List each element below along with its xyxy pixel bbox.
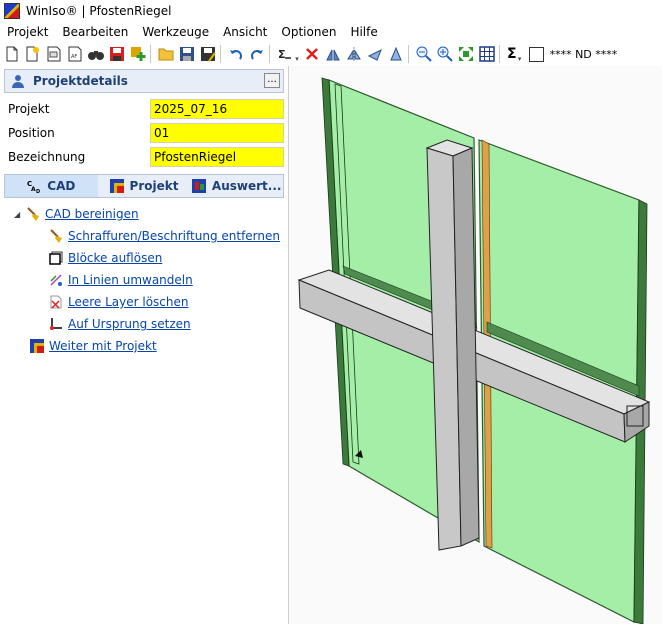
tree-item-bloecke[interactable]: Blöcke auflösen — [49, 248, 162, 268]
project-details-header: Projektdetails ... — [4, 69, 284, 93]
brush-icon — [50, 229, 62, 243]
evaluation-icon — [191, 179, 206, 193]
layer-delete-icon — [50, 295, 62, 309]
tree-link[interactable]: In Linien umwandeln — [68, 273, 193, 287]
layer-select[interactable]: **** ND **** — [550, 48, 618, 61]
grid-icon[interactable] — [478, 45, 496, 63]
window-title: WinIso® | PfostenRiegel — [26, 4, 172, 18]
field-position: Position 01 — [0, 123, 288, 145]
toolbar-separator — [269, 45, 270, 63]
tree-link[interactable]: Schraffuren/Beschriftung entfernen — [68, 229, 280, 243]
menu-optionen[interactable]: Optionen — [274, 22, 343, 42]
more-button[interactable]: ... — [264, 73, 280, 88]
app-logo-icon — [4, 3, 20, 19]
tree-item-weiter[interactable]: Weiter mit Projekt — [30, 336, 157, 356]
tab-bar: CAD CAD Projekt Auswert... — [4, 174, 284, 198]
toolbar-separator — [150, 45, 151, 63]
menu-bearbeiten[interactable]: Bearbeiten — [55, 22, 135, 42]
tree-link[interactable]: Leere Layer löschen — [68, 295, 189, 309]
zoom-in-icon[interactable] — [436, 45, 454, 63]
tree-item-ursprung[interactable]: Auf Ursprung setzen — [49, 314, 191, 334]
chevron-down-icon[interactable]: ▾ — [517, 45, 523, 63]
delete-icon[interactable] — [303, 45, 321, 63]
tab-cad[interactable]: CAD CAD — [5, 175, 98, 197]
open-template-icon[interactable] — [24, 45, 42, 63]
new-icon[interactable] — [3, 45, 21, 63]
tree-item-layer-loeschen[interactable]: Leere Layer löschen — [49, 292, 189, 312]
field-bezeichnung: Bezeichnung PfostenRiegel — [0, 147, 288, 169]
left-panel: Projektdetails ... Projekt 2025_07_16 Po… — [0, 66, 289, 624]
position-input[interactable]: 01 — [150, 123, 284, 143]
cad-icon: CA D — [27, 180, 40, 193]
panel-title: Projektdetails — [33, 74, 128, 88]
menu-hilfe[interactable]: Hilfe — [343, 22, 384, 42]
field-label: Projekt — [8, 102, 50, 116]
project-icon — [109, 179, 124, 193]
tree-link[interactable]: Weiter mit Projekt — [49, 339, 157, 353]
save-icon[interactable] — [178, 45, 196, 63]
menu-bar: Projekt Bearbeiten Werkzeuge Ansicht Opt… — [0, 22, 662, 42]
menu-ansicht[interactable]: Ansicht — [216, 22, 274, 42]
menu-werkzeuge[interactable]: Werkzeuge — [135, 22, 216, 42]
field-label: Bezeichnung — [8, 150, 86, 164]
new-doc-icon[interactable]: AF — [66, 45, 84, 63]
origin-icon — [50, 318, 62, 330]
tree-item-linien[interactable]: In Linien umwandeln — [49, 270, 193, 290]
binoculars-icon[interactable] — [87, 45, 105, 63]
project-icon — [30, 339, 44, 353]
curtain-wall-3d-model[interactable] — [289, 66, 662, 624]
zoom-extents-icon[interactable] — [457, 45, 475, 63]
layer-color-swatch[interactable] — [528, 46, 544, 62]
tree-link[interactable]: Blöcke auflösen — [68, 251, 162, 265]
chevron-down-icon[interactable]: ▾ — [294, 45, 300, 63]
sum-button[interactable]: Σ — [507, 46, 517, 62]
toolbar-separator — [220, 45, 221, 63]
tab-auswertung[interactable]: Auswert... — [190, 175, 283, 197]
undo-icon[interactable] — [227, 45, 245, 63]
projekt-input[interactable]: 2025_07_16 — [150, 99, 284, 119]
tree-item-schraffuren[interactable]: Schraffuren/Beschriftung entfernen — [49, 226, 280, 246]
new-sheet-icon[interactable] — [45, 45, 63, 63]
tab-label: CAD — [47, 179, 76, 193]
tab-label: Auswert... — [211, 179, 282, 193]
align-icon[interactable] — [387, 45, 405, 63]
flip-icon[interactable] — [345, 45, 363, 63]
folder-open-icon[interactable] — [157, 45, 175, 63]
tree-link[interactable]: Auf Ursprung setzen — [68, 317, 191, 331]
title-bar: WinIso® | PfostenRiegel — [0, 0, 662, 22]
broom-icon — [27, 207, 39, 221]
svg-text:AF: AF — [71, 54, 77, 60]
block-icon — [49, 251, 63, 265]
add-icon[interactable] — [129, 45, 147, 63]
tab-projekt[interactable]: Projekt — [98, 175, 191, 197]
menu-projekt[interactable]: Projekt — [0, 22, 55, 42]
tree-link[interactable]: CAD bereinigen — [45, 207, 139, 221]
redo-icon[interactable] — [248, 45, 266, 63]
zoom-out-icon[interactable] — [415, 45, 433, 63]
mirror-icon[interactable] — [324, 45, 342, 63]
user-icon — [12, 75, 24, 88]
field-label: Position — [8, 126, 55, 140]
settings-icon[interactable]: Σ — [276, 45, 294, 63]
svg-text:D: D — [36, 189, 40, 193]
save-as-icon[interactable] — [199, 45, 217, 63]
collapse-triangle-icon[interactable]: ◢ — [14, 210, 26, 219]
toolbar: AF Σ ▾ Σ ▾ **** ND **** — [0, 42, 662, 66]
field-projekt: Projekt 2025_07_16 — [0, 99, 288, 121]
save-red-icon[interactable] — [108, 45, 126, 63]
tab-label: Projekt — [129, 179, 179, 193]
lines-icon — [50, 274, 62, 286]
bezeichnung-input[interactable]: PfostenRiegel — [150, 147, 284, 167]
toolbar-separator — [408, 45, 409, 63]
toolbar-separator — [499, 45, 500, 63]
svg-text:Σ: Σ — [278, 48, 286, 61]
cad-viewport[interactable] — [289, 66, 662, 624]
tree-item-cad-bereinigen[interactable]: ◢ CAD bereinigen — [14, 204, 139, 224]
rotate-icon[interactable] — [366, 45, 384, 63]
